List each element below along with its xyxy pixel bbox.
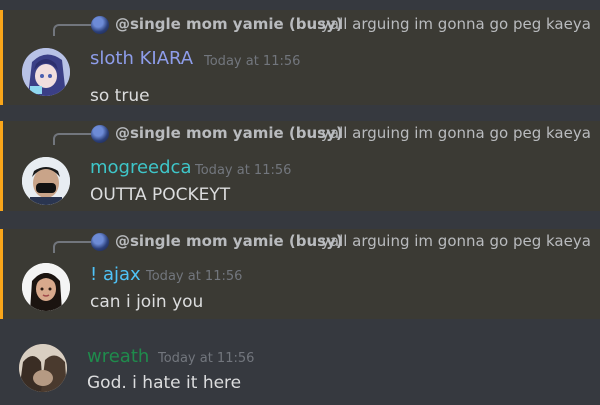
message-content: OUTTA POCKEYT [90,185,231,205]
reply-text[interactable]: yall arguing im gonna go peg kaeya [321,232,591,250]
author-name[interactable]: ! ajax [90,264,141,285]
reply-text[interactable]: yall arguing im gonna go peg kaeya [321,15,591,33]
author-name[interactable]: sloth KIARA [90,48,193,69]
reply-author[interactable]: @single mom yamie (busy) [115,232,343,250]
masked-person-avatar-icon[interactable] [22,157,70,205]
anime-avatar-icon[interactable] [22,48,70,96]
reply-spine [53,133,93,145]
timestamp: Today at 11:56 [204,54,301,69]
timestamp: Today at 11:56 [158,351,255,366]
message-1[interactable]: @single mom yamie (busy) yall arguing im… [0,10,600,106]
dark-hair-avatar-icon[interactable] [22,263,70,311]
message-content: can i join you [90,292,204,312]
author-name[interactable]: mogreedca [90,157,191,178]
sepia-avatar-icon[interactable] [19,344,67,392]
reply-preview[interactable]: @single mom yamie (busy) yall arguing im… [3,229,600,259]
reply-avatar-icon [91,125,109,143]
timestamp: Today at 11:56 [195,163,292,178]
reply-preview[interactable]: @single mom yamie (busy) yall arguing im… [3,10,600,40]
reply-author[interactable]: @single mom yamie (busy) [115,15,343,33]
reply-author[interactable]: @single mom yamie (busy) [115,124,343,142]
author-name[interactable]: wreath [87,346,149,367]
reply-avatar-icon [91,16,109,34]
reply-preview[interactable]: @single mom yamie (busy) yall arguing im… [3,121,600,151]
reply-spine [53,241,93,253]
timestamp: Today at 11:56 [146,269,243,284]
message-2[interactable]: @single mom yamie (busy) yall arguing im… [0,121,600,211]
reply-avatar-icon [91,233,109,251]
reply-spine [53,24,93,36]
message-3[interactable]: @single mom yamie (busy) yall arguing im… [0,229,600,319]
message-content: so true [90,86,150,106]
message-content: God. i hate it here [87,373,242,393]
message-4[interactable]: wreath Today at 11:56 God. i hate it her… [0,332,600,405]
reply-text[interactable]: yall arguing im gonna go peg kaeya [321,124,591,142]
